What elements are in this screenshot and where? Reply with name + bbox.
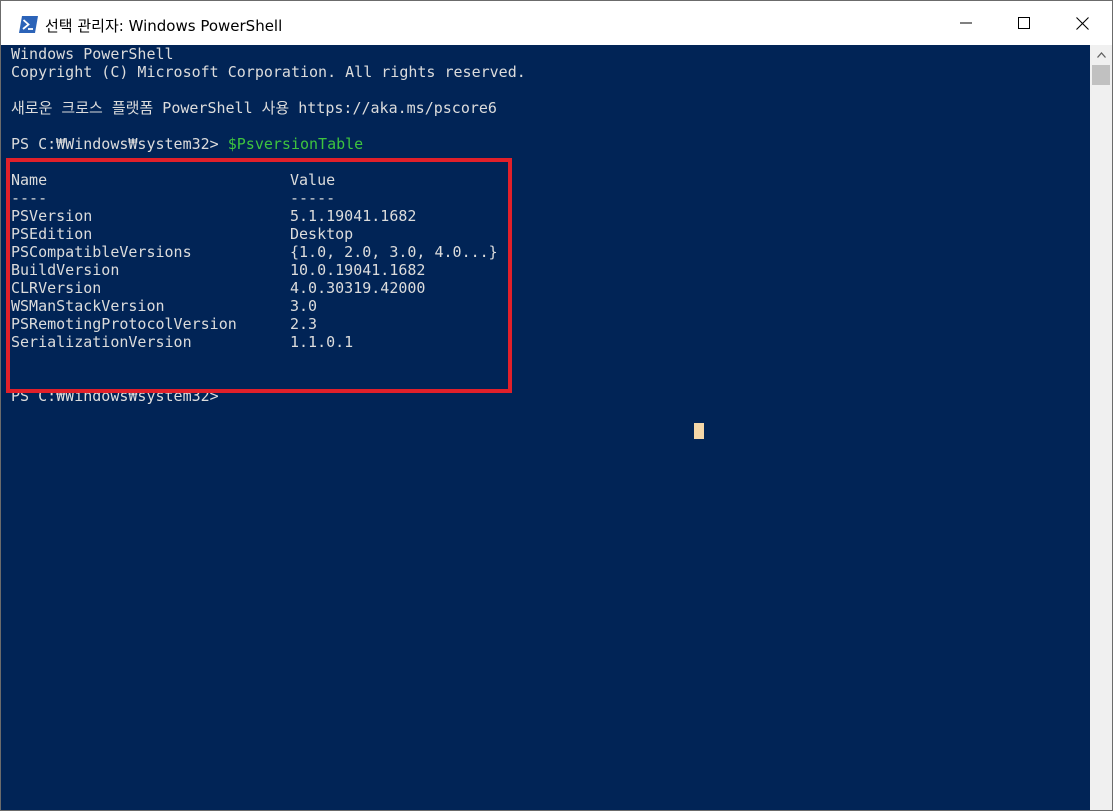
- minimize-icon: [960, 17, 972, 29]
- chevron-up-icon: [1096, 45, 1106, 63]
- console-output[interactable]: Windows PowerShell Copyright (C) Microso…: [1, 45, 1090, 810]
- minimize-button[interactable]: [937, 1, 995, 45]
- close-button[interactable]: [1053, 1, 1111, 45]
- text-cursor: [694, 423, 704, 439]
- highlight-box: [6, 158, 512, 393]
- banner-line-2: Copyright (C) Microsoft Corporation. All…: [11, 63, 526, 81]
- close-icon: [1075, 16, 1089, 30]
- vertical-scrollbar[interactable]: [1090, 45, 1112, 810]
- prompt-line-1: PS C:₩Windows₩system32> $PsversionTable: [11, 135, 363, 153]
- scroll-thumb[interactable]: [1092, 65, 1110, 85]
- prompt-text: PS C:₩Windows₩system32>: [11, 135, 228, 153]
- command-text: $PsversionTable: [227, 135, 364, 153]
- pscore-notice: 새로운 크로스 플랫폼 PowerShell 사용 https://aka.ms…: [11, 99, 497, 117]
- maximize-icon: [1018, 17, 1030, 29]
- window-title: 선택 관리자: Windows PowerShell: [45, 17, 283, 35]
- maximize-button[interactable]: [995, 1, 1053, 45]
- title-bar[interactable]: 선택 관리자: Windows PowerShell: [1, 1, 1112, 45]
- powershell-icon: [19, 16, 38, 33]
- powershell-window: 선택 관리자: Windows PowerShell Windows Power…: [0, 0, 1113, 811]
- banner-line-1: Windows PowerShell: [11, 45, 174, 63]
- scroll-up-button[interactable]: [1090, 45, 1112, 63]
